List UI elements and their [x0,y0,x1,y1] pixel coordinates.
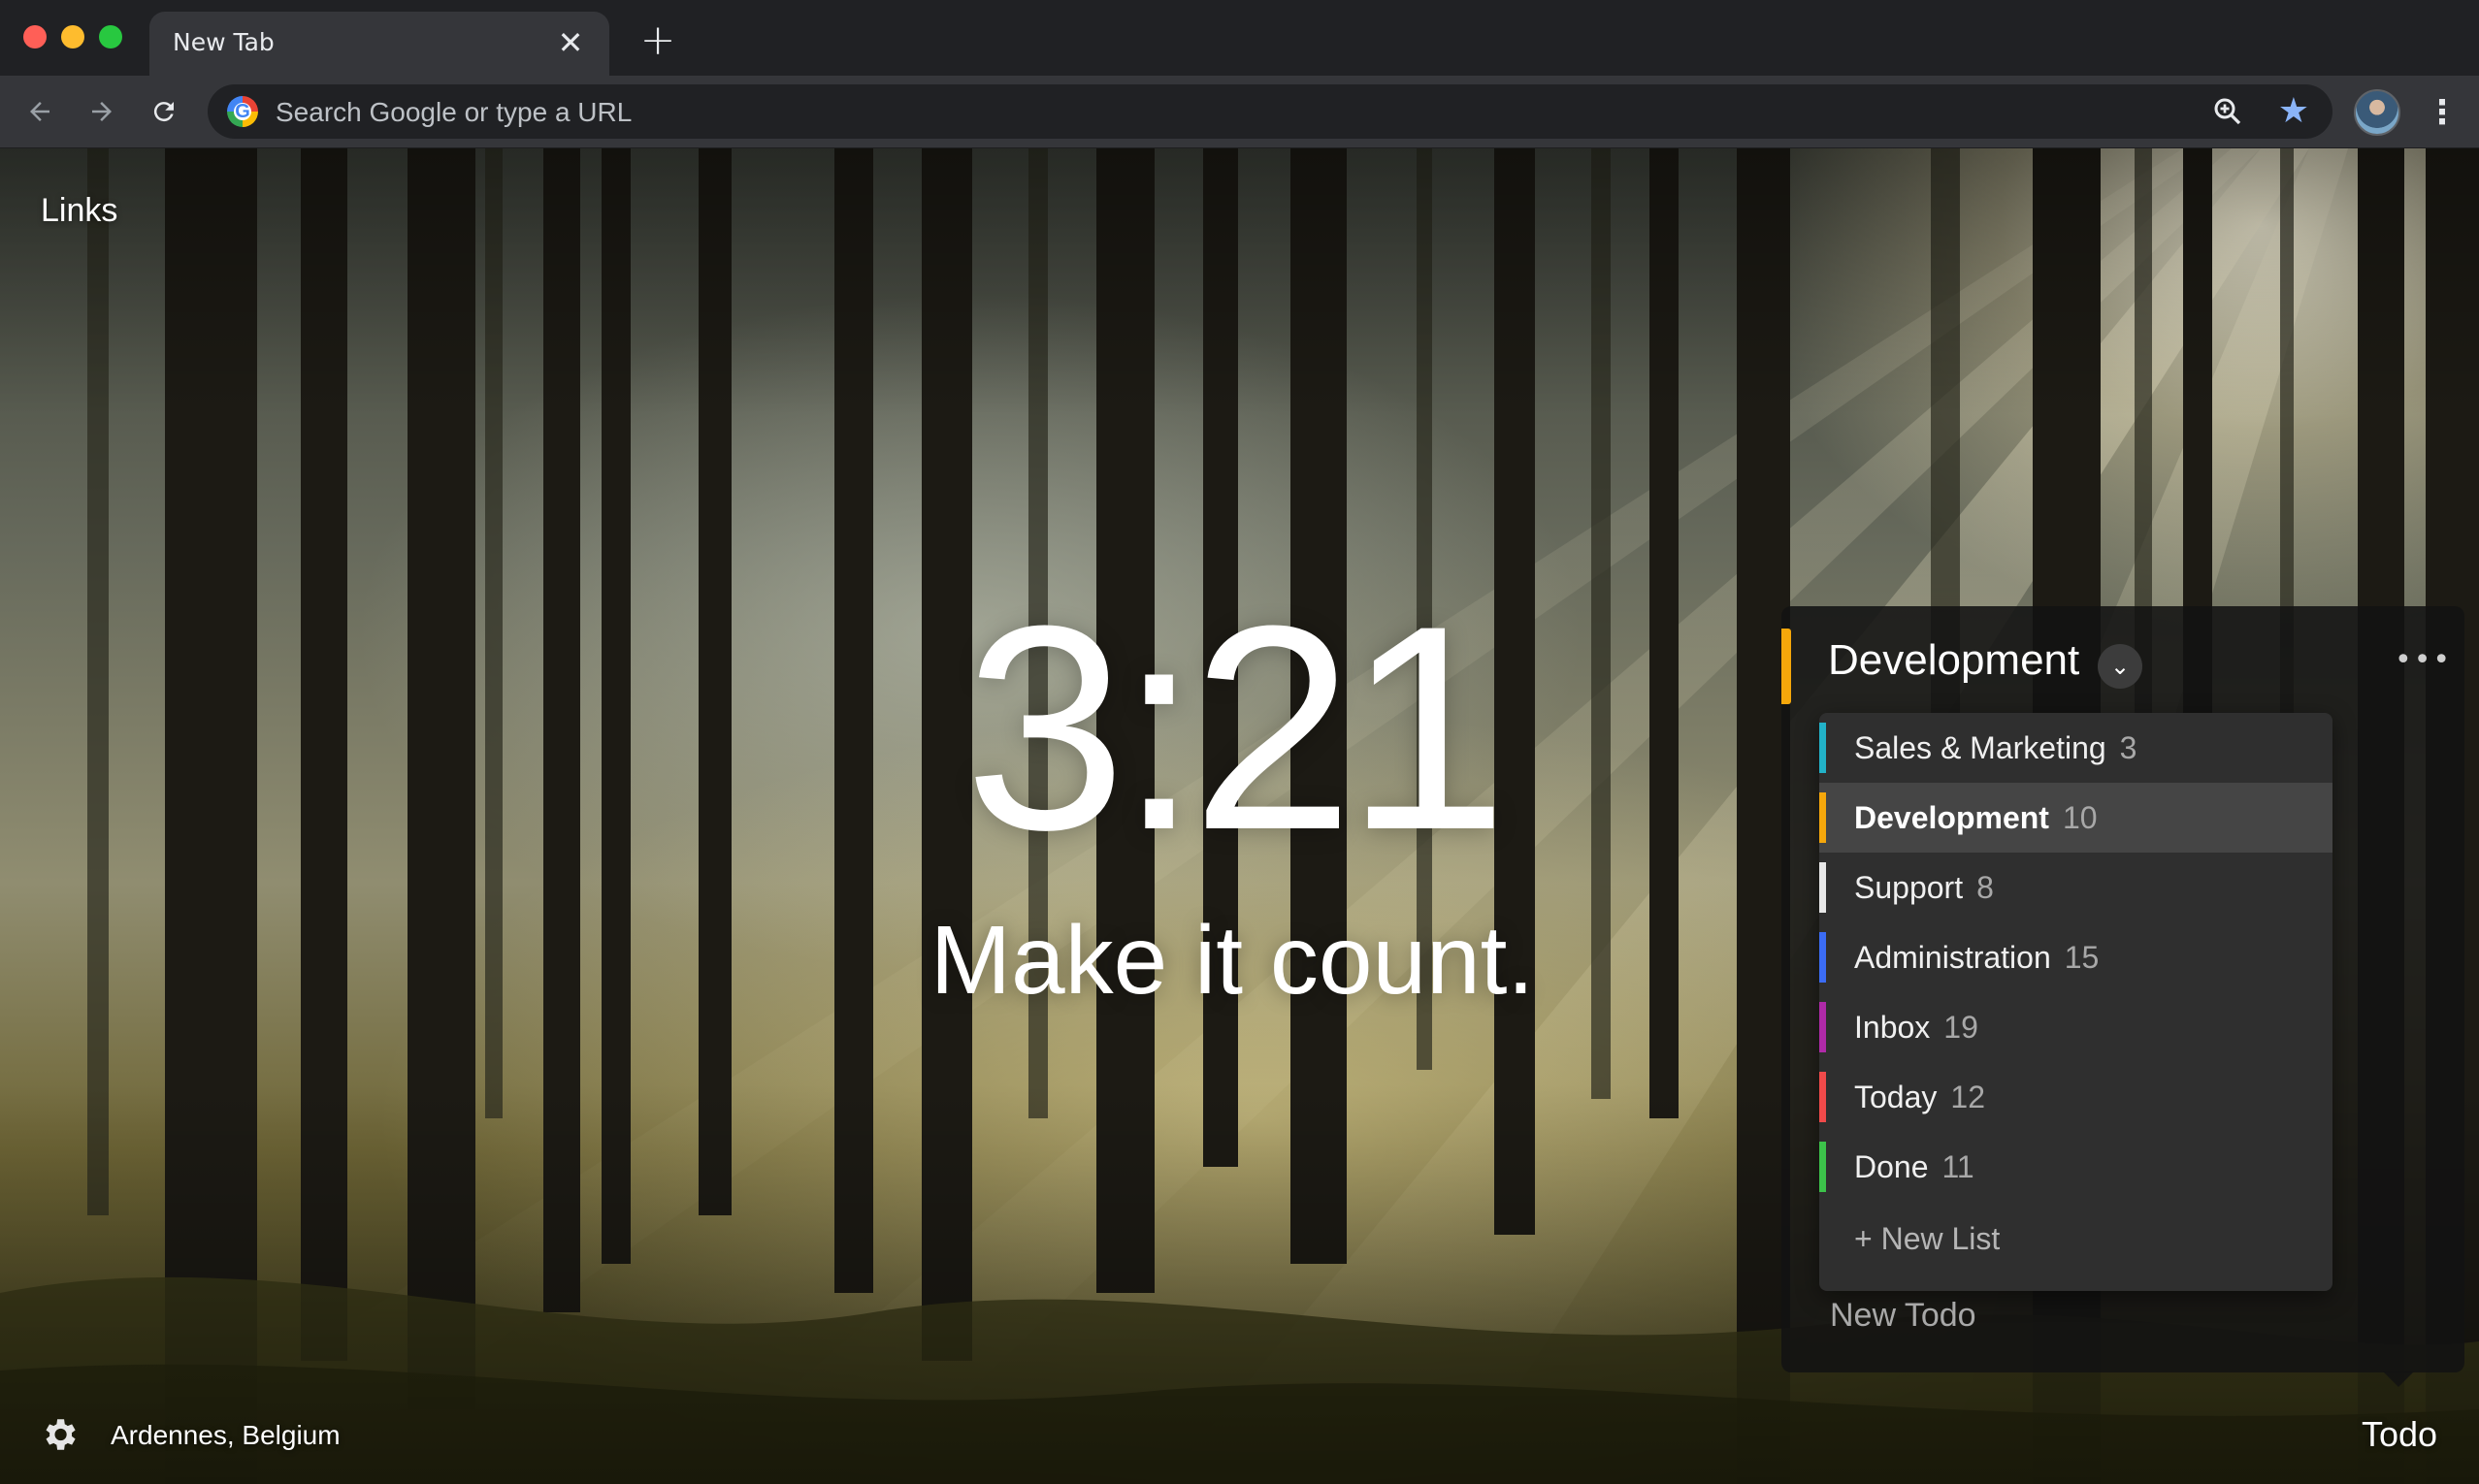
list-item-count: 12 [1950,1080,1985,1114]
list-switcher-dropdown: Sales & Marketing 3 Development 10 Support… [1819,713,2332,1291]
list-item-label: Sales & Marketing 3 [1854,730,2137,765]
reload-icon [153,102,174,122]
list-color-marker [1819,932,1826,983]
list-item-count: 8 [1976,870,1994,905]
list-item-label: Done 11 [1854,1149,1974,1184]
list-item-support[interactable]: Support 8 [1819,853,2332,922]
mantra-text: Make it count. [930,906,1535,1015]
list-item-today[interactable]: Today 12 [1819,1062,2332,1132]
list-color-marker [1819,723,1826,773]
profile-avatar[interactable] [2354,89,2400,136]
list-item-count: 19 [1943,1010,1978,1045]
new-todo-input[interactable] [1828,1290,2375,1340]
photo-location[interactable]: Ardennes, Belgium [111,1420,341,1451]
list-item-done[interactable]: Done 11 [1819,1132,2332,1202]
tab-close-icon[interactable]: ✕ [551,23,590,62]
clock: 3:21 [964,565,1508,890]
forward-button[interactable] [80,89,124,134]
list-color-marker [1819,792,1826,843]
reload-button[interactable] [142,89,186,134]
arrow-left-icon [30,102,49,121]
list-item-count: 10 [2062,800,2098,835]
list-item-development[interactable]: Development 10 [1819,783,2332,853]
current-list-title[interactable]: Development [1828,636,2079,685]
chevron-down-icon[interactable]: ⌄ [2098,644,2142,689]
tab-new-tab[interactable]: New Tab ✕ [149,12,609,76]
address-bar-input[interactable] [274,84,2121,141]
links-button[interactable]: Links [41,192,117,230]
more-options-icon[interactable]: ••• [2395,646,2452,675]
browser-toolbar: G ★ [0,76,2479,148]
new-tab-button[interactable]: + [636,19,679,62]
list-item-administration[interactable]: Administration 15 [1819,922,2332,992]
google-logo-icon: G [227,96,258,127]
list-item-label: Support 8 [1854,870,1994,905]
omnibox[interactable]: G ★ [208,84,2332,141]
list-item-inbox[interactable]: Inbox 19 [1819,992,2332,1062]
todo-toggle-button[interactable]: Todo [2362,1414,2437,1455]
tab-strip: New Tab ✕ + [0,0,2479,76]
todo-panel-pointer [2383,1371,2414,1387]
bookmark-star-icon[interactable]: ★ [2278,90,2309,133]
back-button[interactable] [17,89,62,134]
maximize-window-button[interactable] [99,25,122,48]
close-window-button[interactable] [23,25,47,48]
zoom-in-icon[interactable] [2210,94,2245,129]
list-item-label: Development 10 [1854,800,2098,835]
current-list-color-bar [1781,629,1791,704]
list-item-sales-marketing[interactable]: Sales & Marketing 3 [1819,713,2332,783]
arrow-right-icon [92,102,112,121]
list-item-label: Administration 15 [1854,940,2100,975]
minimize-window-button[interactable] [61,25,84,48]
tab-title: New Tab [173,28,275,56]
list-color-marker [1819,1072,1826,1122]
list-item-count: 11 [1941,1149,1974,1184]
kebab-menu-icon[interactable]: ⋮ [2426,91,2459,134]
list-color-marker [1819,862,1826,913]
new-list-button[interactable]: + New List [1854,1221,2000,1257]
list-item-label: Inbox 19 [1854,1010,1978,1045]
list-item-count: 15 [2064,940,2100,975]
settings-gear-icon[interactable] [39,1414,80,1455]
list-item-label: Today 12 [1854,1080,1985,1114]
list-color-marker [1819,1002,1826,1052]
list-color-marker [1819,1142,1826,1192]
list-item-count: 3 [2119,730,2137,765]
